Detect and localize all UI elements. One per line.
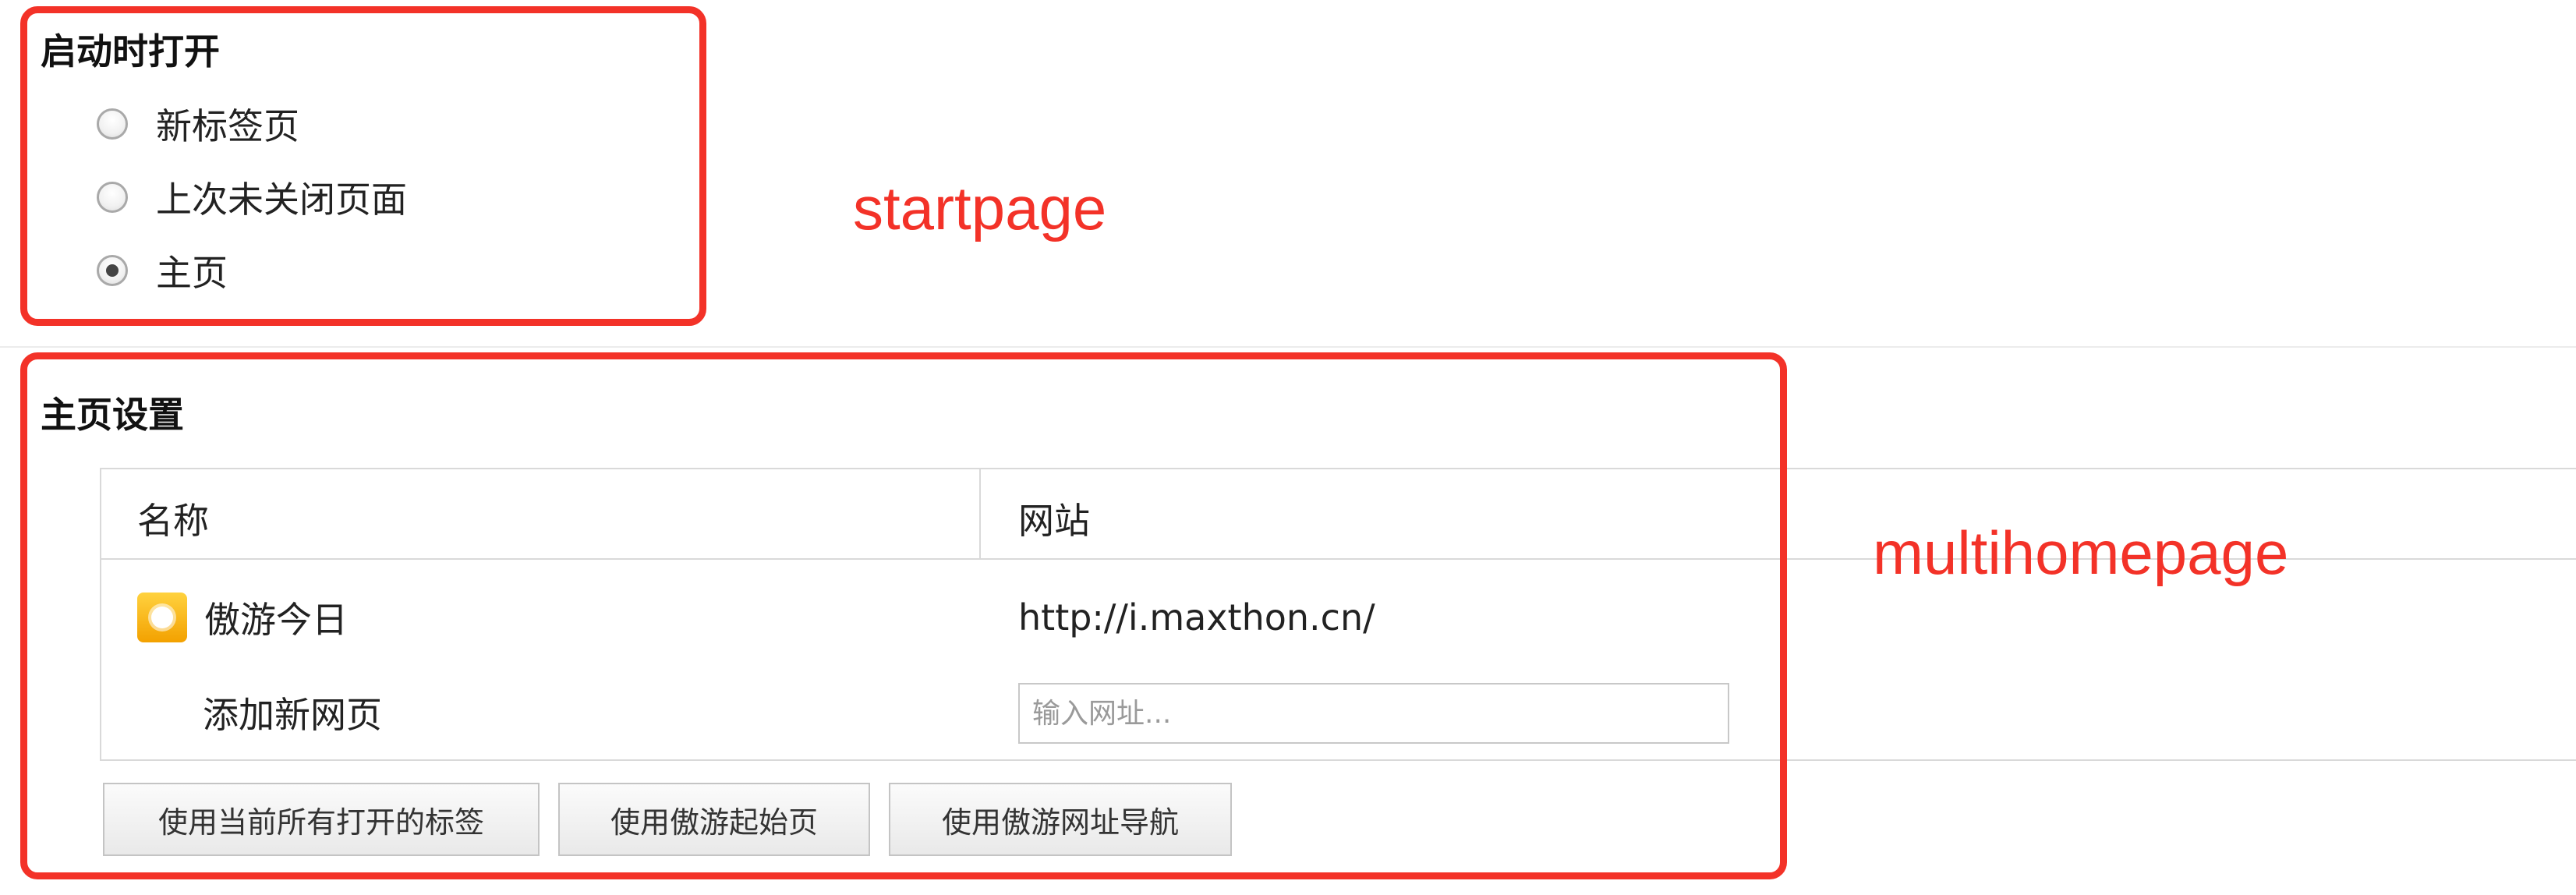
startup-option-label: 主页	[156, 252, 228, 294]
startup-option-last-session[interactable]: 上次未关闭页面	[97, 170, 407, 225]
startup-option-homepage[interactable]: 主页	[97, 243, 228, 298]
add-homepage-row: 添加新网页	[101, 666, 2576, 759]
startup-section-title: 启动时打开	[41, 30, 220, 73]
url-input[interactable]	[1018, 683, 1729, 744]
homepage-table: 名称 网站 傲游今日 http://i.maxthon.cn/ 添加新网页	[100, 468, 2576, 761]
row-name-cell: 傲游今日	[137, 571, 348, 664]
column-header-url: 网站	[1018, 500, 1090, 542]
homepage-url: http://i.maxthon.cn/	[1018, 596, 1375, 639]
column-header-name: 名称	[137, 500, 209, 542]
startup-option-label: 上次未关闭页面	[156, 179, 407, 221]
startup-option-new-tab[interactable]: 新标签页	[97, 97, 299, 151]
use-maxthon-nav-button[interactable]: 使用傲游网址导航	[889, 783, 1232, 856]
use-current-tabs-button[interactable]: 使用当前所有打开的标签	[103, 783, 540, 856]
homepage-section-title: 主页设置	[41, 394, 184, 436]
startpage-annotation: startpage	[853, 174, 1107, 242]
add-homepage-label: 添加新网页	[203, 694, 382, 736]
section-divider	[0, 346, 2576, 348]
radio-button[interactable]	[97, 108, 128, 140]
use-maxthon-start-button[interactable]: 使用傲游起始页	[558, 783, 870, 856]
homepage-name: 傲游今日	[204, 599, 348, 641]
startup-option-label: 新标签页	[156, 105, 299, 147]
radio-button-checked[interactable]	[97, 255, 128, 286]
sun-icon	[137, 593, 187, 642]
multihomepage-annotation: multihomepage	[1873, 518, 2289, 587]
column-divider[interactable]	[979, 469, 981, 560]
radio-button[interactable]	[97, 182, 128, 213]
